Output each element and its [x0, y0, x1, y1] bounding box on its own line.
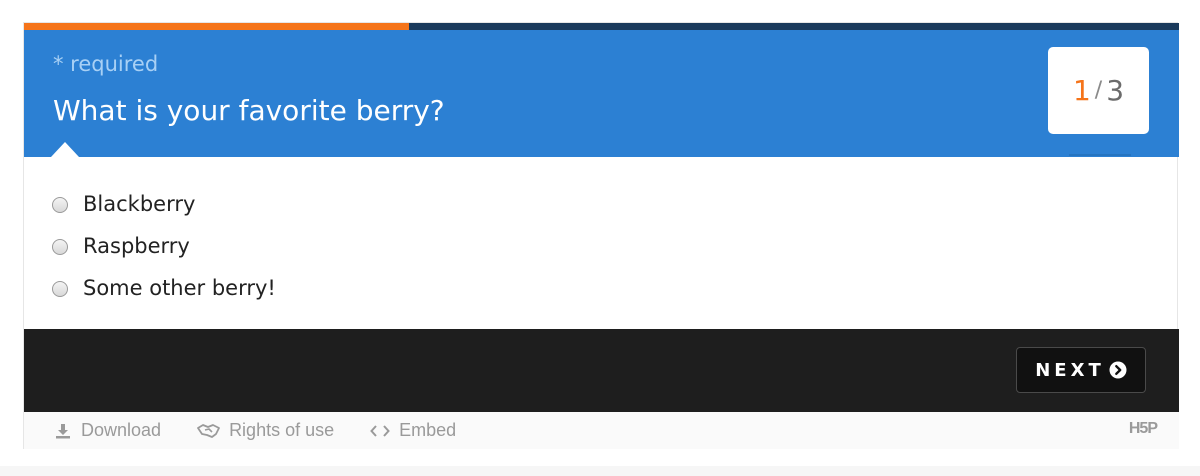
embed-label: Embed — [399, 420, 457, 440]
option-other-berry[interactable]: Some other berry! — [52, 267, 276, 309]
next-button-label: NEXT — [1035, 359, 1105, 381]
radio-button[interactable] — [52, 281, 68, 297]
question-header: * required What is your favorite berry? … — [24, 30, 1179, 157]
page: * required What is your favorite berry? … — [0, 0, 1200, 466]
next-button[interactable]: NEXT — [1016, 347, 1146, 393]
download-label: Download — [81, 420, 162, 440]
header-pointer — [51, 142, 79, 157]
code-icon — [370, 424, 390, 438]
option-raspberry[interactable]: Raspberry — [52, 225, 276, 267]
handshake-icon — [197, 422, 220, 440]
rights-of-use-link[interactable]: Rights of use — [197, 420, 334, 441]
answer-options: Blackberry Raspberry Some other berry! — [52, 183, 276, 309]
option-label: Raspberry — [83, 234, 190, 258]
question-counter: 1 / 3 — [1048, 47, 1149, 134]
progress-bar-fill — [24, 23, 409, 30]
question-title: What is your favorite berry? — [53, 94, 445, 127]
counter-total: 3 — [1106, 74, 1125, 107]
rights-of-use-label: Rights of use — [229, 420, 335, 440]
download-link[interactable]: Download — [54, 420, 161, 441]
progress-bar — [24, 23, 1179, 30]
counter-separator: / — [1094, 78, 1103, 103]
counter-underline — [1069, 154, 1131, 156]
option-label: Blackberry — [83, 192, 196, 216]
embed-link[interactable]: Embed — [370, 420, 456, 441]
option-label: Some other berry! — [83, 276, 276, 300]
required-label: * required — [53, 52, 159, 76]
questionnaire-widget: * required What is your favorite berry? … — [23, 22, 1179, 449]
counter-current: 1 — [1072, 74, 1091, 107]
radio-button[interactable] — [52, 197, 68, 213]
chevron-circle-right-icon — [1109, 361, 1127, 379]
actions-bar: Download Rights of use Embed H5P — [24, 412, 1179, 449]
download-icon — [54, 422, 72, 440]
h5p-logo[interactable]: H5P — [1129, 420, 1158, 438]
navigation-bar: NEXT — [24, 329, 1179, 412]
radio-button[interactable] — [52, 239, 68, 255]
option-blackberry[interactable]: Blackberry — [52, 183, 276, 225]
